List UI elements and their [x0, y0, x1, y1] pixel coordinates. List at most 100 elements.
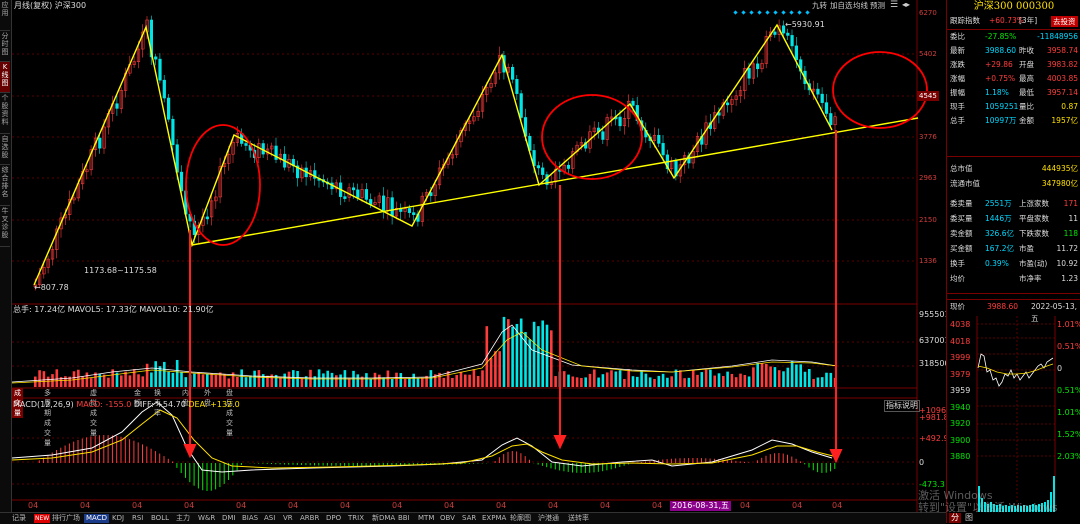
- sidebar-item-profile[interactable]: 个股资料: [0, 93, 10, 134]
- candle: [566, 164, 571, 169]
- bottom-tab-vr[interactable]: VR: [283, 514, 293, 523]
- volume-bar: [167, 371, 170, 387]
- quote-row: 委买量 1446万 平盘家数 11: [947, 213, 1080, 225]
- volume-bar: [580, 377, 583, 387]
- volume-bar: [128, 375, 132, 387]
- intraday-tab-chart[interactable]: 图: [965, 513, 973, 523]
- volume-bar: [747, 376, 751, 387]
- quote-row-value: 1.18%: [985, 88, 1009, 97]
- bottom-tab-sar[interactable]: SAR: [462, 514, 476, 523]
- tab-after-hours-volume[interactable]: 盘后成交量: [226, 388, 233, 438]
- tracking-index-row: 跟踪指数 +60.73% [3年] 去投资: [950, 16, 1078, 27]
- candle: [515, 79, 519, 94]
- sidebar-item-diagnose[interactable]: 牛叉诊股: [0, 206, 10, 247]
- bottom-tab-obv[interactable]: OBV: [440, 514, 455, 523]
- price-axis-label: 3776: [919, 133, 937, 141]
- quote-row-value-2: 171: [1063, 199, 1078, 208]
- sidebar-item-ranking[interactable]: 综合排名: [0, 165, 10, 206]
- volume-bar: [373, 372, 377, 387]
- bottom-tab-new-dma[interactable]: 新DMA: [372, 514, 395, 523]
- x-axis-label: 04: [652, 501, 663, 510]
- bottom-tab-main-force[interactable]: 主力: [176, 514, 190, 523]
- bottom-tab-wr[interactable]: W&R: [198, 514, 215, 523]
- bottom-tab-record[interactable]: 记录: [12, 514, 26, 523]
- quote-row-label: 现手: [950, 102, 965, 111]
- bottom-tab-asi[interactable]: ASI: [264, 514, 275, 523]
- bottom-tab-contour[interactable]: 轮廓图: [510, 514, 531, 523]
- bottom-tab-ranking[interactable]: 排行广场: [52, 514, 80, 523]
- bottom-tab-mtm[interactable]: MTM: [418, 514, 434, 523]
- quote-row-value: 3988.60: [985, 46, 1017, 55]
- indicator-help-button[interactable]: 指标说明: [884, 400, 920, 412]
- volume-bar: [347, 378, 351, 387]
- bottom-tab-bonus-rate[interactable]: 送转率: [568, 514, 589, 523]
- chart-area[interactable]: [12, 0, 928, 512]
- kline-chart-svg[interactable]: [12, 0, 946, 512]
- volume-bar: [803, 371, 807, 387]
- macd-histogram: [38, 435, 836, 491]
- sidebar-item-apps[interactable]: 应用: [0, 0, 10, 31]
- volume-bar: [193, 373, 196, 387]
- tab-virtual-volume[interactable]: 虚拟成交量: [90, 388, 97, 438]
- bottom-tab-rsi[interactable]: RSI: [132, 514, 143, 523]
- quote-row-value-2: 118: [1063, 229, 1078, 238]
- toolbar-add-watchlist[interactable]: 加自选: [830, 1, 853, 11]
- sidebar-item-timeshare[interactable]: 分时图: [0, 31, 10, 62]
- volume-bar: [416, 378, 420, 387]
- invest-button[interactable]: 去投资: [1051, 16, 1078, 27]
- bottom-tab-hk-connect[interactable]: 沪港通: [538, 514, 559, 523]
- volume-bar: [820, 377, 824, 387]
- quote-row: 卖金额 326.6亿 下跌家数 118: [947, 228, 1080, 240]
- candle: [356, 189, 360, 198]
- x-axis-label: 04: [340, 501, 351, 510]
- toolbar-forecast[interactable]: 预测: [870, 1, 885, 11]
- volume-bar: [829, 372, 833, 387]
- volume-bar: [760, 363, 764, 387]
- bottom-tab-dmi[interactable]: DMI: [222, 514, 236, 523]
- volume-bar: [429, 370, 433, 387]
- volume-bar: [812, 378, 815, 387]
- bottom-tab-macd[interactable]: MACD: [84, 514, 109, 523]
- sidebar-item-kline[interactable]: K线图: [0, 62, 10, 93]
- bottom-tab-kdj[interactable]: KDJ: [112, 514, 124, 523]
- quote-row-label: 流通市值: [950, 179, 980, 188]
- bottom-tab-bbi[interactable]: BBI: [398, 514, 410, 523]
- toolbar-scroll-icon[interactable]: ◂▸: [902, 0, 910, 10]
- chart-title: 月线(复权) 沪深300: [14, 1, 87, 10]
- toolbar-menu-icon[interactable]: ☰: [890, 0, 898, 10]
- bottom-tab-dpo[interactable]: DPO: [326, 514, 341, 523]
- bottom-tab-bias[interactable]: BIAS: [242, 514, 258, 523]
- volume-bar: [214, 374, 218, 387]
- tab-multi-period-volume[interactable]: 多周期成交量: [44, 388, 51, 448]
- bottom-tab-trix[interactable]: TRIX: [348, 514, 364, 523]
- candle: [510, 66, 515, 80]
- quote-row: 换手 0.39% 市盈(动) 10.92: [947, 258, 1080, 270]
- volume-bar: [322, 373, 325, 387]
- candle: [412, 212, 416, 215]
- volume-bar: [532, 321, 536, 387]
- x-axis-label: 04: [832, 501, 843, 510]
- quote-row-label: 最新: [950, 46, 965, 55]
- volume-bar: [593, 369, 596, 387]
- volume-bar: [562, 371, 566, 387]
- toolbar-jiuzhuan[interactable]: 九转: [812, 1, 827, 11]
- candle: [661, 143, 665, 156]
- volume-bar: [734, 377, 738, 387]
- bottom-tab-boll[interactable]: BOLL: [151, 514, 169, 523]
- quote-row-label-2: 金额: [1019, 116, 1034, 125]
- volume-bar: [743, 374, 747, 387]
- sidebar-item-watchlist[interactable]: 自选股: [0, 134, 10, 165]
- toolbar-ma[interactable]: 均线: [853, 1, 868, 11]
- new-badge: NEW: [34, 514, 51, 523]
- bottom-tab-expma[interactable]: EXPMA: [482, 514, 506, 523]
- volume-bar: [425, 375, 428, 387]
- volume-bar: [756, 363, 759, 387]
- quote-row-value: 10997万: [985, 116, 1017, 125]
- volume-bar: [498, 351, 501, 387]
- volume-bar: [399, 373, 403, 387]
- intraday-header: 现价 3988.60 2022-05-13,五: [950, 302, 1077, 323]
- volume-bar: [64, 376, 67, 387]
- volume-bar: [713, 375, 716, 387]
- intraday-tab-min[interactable]: 分: [949, 513, 961, 523]
- bottom-tab-arbr[interactable]: ARBR: [300, 514, 319, 523]
